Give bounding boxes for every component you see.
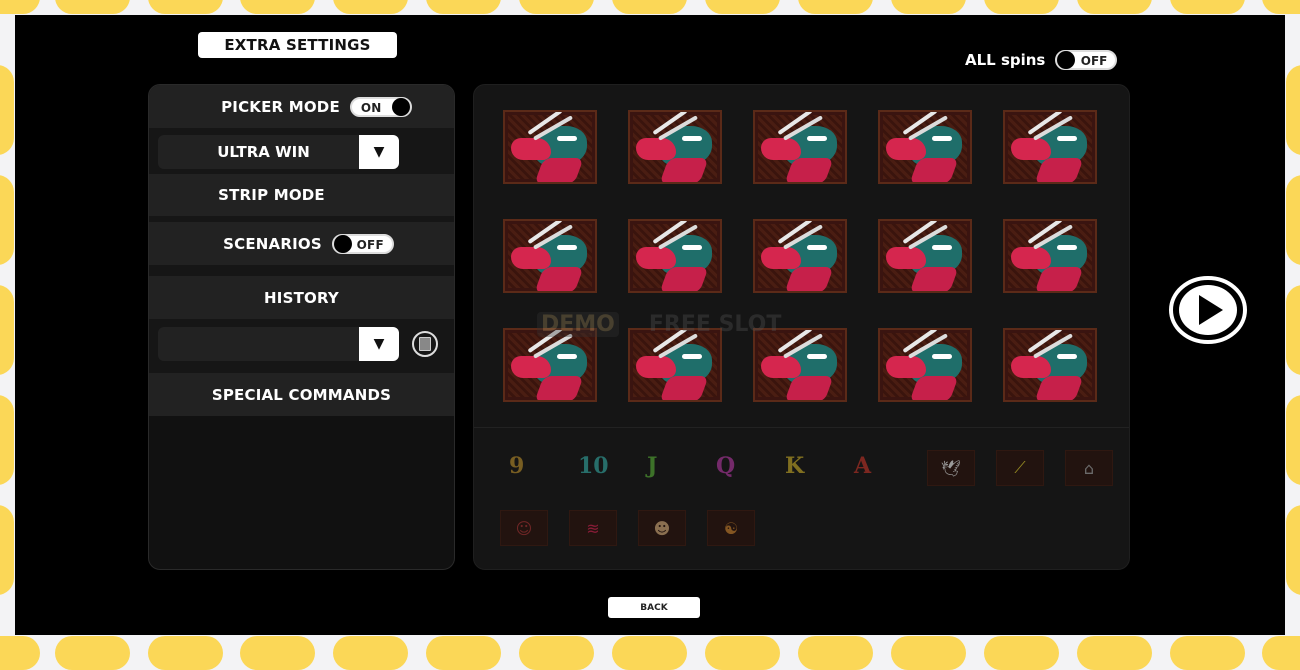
toggle-knob [391, 97, 410, 116]
toggle-knob [333, 234, 352, 253]
reel-symbol-dragon[interactable] [753, 219, 847, 293]
reel-symbol-dragon[interactable] [753, 328, 847, 402]
special-commands-header: SPECIAL COMMANDS [149, 373, 454, 416]
history-label: HISTORY [264, 288, 339, 307]
reel-symbol-dragon[interactable] [1003, 328, 1097, 402]
special-commands-label: SPECIAL COMMANDS [211, 385, 392, 404]
extra-settings-title: EXTRA SETTINGS [198, 32, 397, 58]
scenarios-toggle[interactable]: OFF [331, 233, 394, 254]
all-spins-control: ALL spins OFF [965, 50, 1118, 70]
toggle-knob [1057, 51, 1076, 69]
all-spins-toggle[interactable]: OFF [1055, 50, 1118, 70]
reel-symbol-dragon[interactable] [753, 110, 847, 184]
reel-symbol-dragon[interactable] [503, 219, 597, 293]
paytable-symbol-crane: 🕊 [927, 450, 975, 486]
history-header: HISTORY [149, 276, 454, 319]
paytable-symbol-yin-yang-wild: ☯ [707, 510, 755, 546]
strip-mode-label: STRIP MODE [218, 186, 325, 204]
watermark-demo: DEMO [537, 312, 619, 337]
reel-symbol-dragon[interactable] [628, 110, 722, 184]
history-select[interactable]: ▼ [158, 327, 399, 361]
trash-icon [419, 337, 431, 351]
scenarios-row: SCENARIOS OFF [149, 222, 454, 265]
toggle-state: OFF [356, 237, 384, 252]
reel-symbol-dragon[interactable] [1003, 219, 1097, 293]
picker-mode-toggle[interactable]: ON [349, 96, 412, 117]
dropdown-arrow-icon[interactable]: ▼ [359, 135, 399, 169]
settings-panel: PICKER MODE ON ULTRA WIN ▼ STRIP MODE SC… [148, 84, 455, 570]
scenarios-label: SCENARIOS [223, 234, 322, 253]
paytable-symbol-temple: ⌂ [1065, 450, 1113, 486]
paytable-symbol-old-master: ☺ [500, 510, 548, 546]
reel-symbol-dragon[interactable] [503, 110, 597, 184]
paytable-symbol-chopsticks: ⟋ [996, 450, 1044, 486]
dropdown-arrow-icon[interactable]: ▼ [359, 327, 399, 361]
picker-mode-row: PICKER MODE ON [149, 85, 454, 128]
paytable-symbol-dragon: ≋ [569, 510, 617, 546]
win-type-select[interactable]: ULTRA WIN ▼ [158, 135, 399, 169]
reel-symbol-dragon[interactable] [628, 219, 722, 293]
strip-mode-button[interactable]: STRIP MODE [149, 174, 454, 216]
watermark-free-slot: FREE SLOT [648, 312, 782, 337]
picker-mode-label: PICKER MODE [221, 97, 340, 116]
reel-symbol-dragon[interactable] [628, 328, 722, 402]
divider [149, 265, 454, 276]
toggle-state: ON [360, 100, 382, 115]
toggle-state: OFF [1080, 54, 1108, 68]
paytable-symbol-10: 10 [578, 453, 609, 479]
reel-symbol-dragon[interactable] [503, 328, 597, 402]
back-button[interactable]: BACK [608, 597, 700, 618]
paytable-symbol-A: A [854, 453, 872, 479]
paytable-symbol-fighter-scatter: ☻ [638, 510, 686, 546]
paytable-symbol-K: K [785, 453, 805, 479]
paytable-symbol-J: J [647, 453, 658, 479]
delete-history-button[interactable] [412, 331, 438, 357]
reel-symbol-dragon[interactable] [878, 110, 972, 184]
paytable-symbol-Q: Q [716, 453, 736, 479]
paytable-symbol-9: 9 [509, 453, 525, 479]
reel-symbol-dragon[interactable] [1003, 110, 1097, 184]
play-button[interactable] [1168, 276, 1248, 344]
all-spins-label: ALL spins [965, 51, 1046, 69]
watermark: DEMO FREE SLOT [537, 312, 781, 337]
reel-symbol-dragon[interactable] [878, 328, 972, 402]
divider [474, 427, 1129, 428]
reel-symbol-dragon[interactable] [878, 219, 972, 293]
